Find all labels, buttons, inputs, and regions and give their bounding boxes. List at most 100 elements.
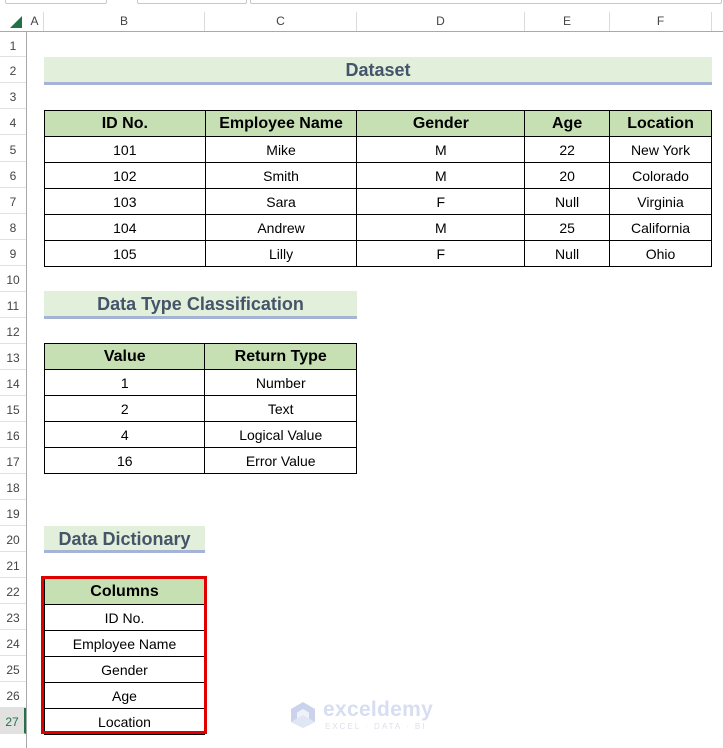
row-header-9[interactable]: 9	[0, 240, 26, 266]
column-header-a[interactable]: A	[26, 12, 44, 31]
cell[interactable]: Location	[44, 708, 205, 735]
row-header-20[interactable]: 20	[0, 526, 26, 552]
row-header-24[interactable]: 24	[0, 630, 26, 656]
cell[interactable]: 22	[524, 136, 611, 163]
cell[interactable]: Gender	[44, 656, 205, 683]
header-return-type[interactable]: Return Type	[204, 343, 357, 370]
table-row: 101 Mike M 22 New York	[44, 136, 712, 163]
cell[interactable]: Virginia	[609, 188, 712, 215]
cell[interactable]: 25	[524, 214, 611, 241]
table-row: 1 Number	[43, 369, 357, 396]
dataset-title: Dataset	[44, 57, 712, 85]
column-header-b[interactable]: B	[44, 12, 205, 31]
cell[interactable]: Ohio	[609, 240, 712, 267]
table-row: ID No.	[44, 604, 205, 631]
header-columns[interactable]: Columns	[44, 578, 205, 605]
row-header-4[interactable]: 4	[0, 109, 26, 135]
select-all-icon[interactable]	[10, 16, 22, 28]
header-id[interactable]: ID No.	[44, 110, 206, 137]
header-location[interactable]: Location	[609, 110, 712, 137]
row-header-8[interactable]: 8	[0, 214, 26, 240]
row-header-23[interactable]: 23	[0, 604, 26, 630]
table-row: 2 Text	[43, 395, 357, 422]
cell[interactable]: M	[356, 136, 526, 163]
dictionary-title: Data Dictionary	[44, 526, 205, 553]
classification-table: Value Return Type 1 Number 2 Text 4 Logical…	[43, 343, 357, 474]
row-header-22[interactable]: 22	[0, 578, 26, 604]
dictionary-header-row: Columns	[44, 578, 205, 605]
cell[interactable]: 103	[44, 188, 206, 215]
row-header-26[interactable]: 26	[0, 682, 26, 708]
cell[interactable]: New York	[609, 136, 712, 163]
cell[interactable]: Colorado	[609, 162, 712, 189]
cell[interactable]: Employee Name	[44, 630, 205, 657]
row-header-25[interactable]: 25	[0, 656, 26, 682]
cell[interactable]: Sara	[204, 188, 358, 215]
formula-bar[interactable]	[250, 0, 722, 4]
cell[interactable]: California	[609, 214, 712, 241]
cell[interactable]: 2	[43, 395, 206, 422]
row-header-27[interactable]: 27	[0, 708, 26, 734]
toolbar-box	[5, 0, 107, 4]
header-value[interactable]: Value	[43, 343, 206, 370]
watermark: exceldemy EXCEL · DATA · BI	[289, 698, 439, 735]
column-header-d[interactable]: D	[357, 12, 525, 31]
header-employee-name[interactable]: Employee Name	[204, 110, 358, 137]
cell[interactable]: 16	[43, 447, 206, 474]
toolbar-box	[137, 0, 247, 4]
row-header-1[interactable]: 1	[0, 34, 26, 57]
column-header-c[interactable]: C	[205, 12, 357, 31]
row-header-11[interactable]: 11	[0, 292, 26, 318]
cell[interactable]: Andrew	[204, 214, 358, 241]
cell[interactable]: F	[356, 240, 526, 267]
row-header-14[interactable]: 14	[0, 370, 26, 396]
row-header-19[interactable]: 19	[0, 500, 26, 526]
cell[interactable]: Null	[524, 188, 611, 215]
table-row: Employee Name	[44, 630, 205, 657]
row-header-21[interactable]: 21	[0, 552, 26, 578]
watermark-tagline: EXCEL · DATA · BI	[325, 722, 427, 731]
cell[interactable]: M	[356, 214, 526, 241]
cell[interactable]: Logical Value	[204, 421, 357, 448]
table-row: Location	[44, 708, 205, 735]
cell[interactable]: M	[356, 162, 526, 189]
row-header-5[interactable]: 5	[0, 136, 26, 162]
cell[interactable]: 104	[44, 214, 206, 241]
row-header-10[interactable]: 10	[0, 266, 26, 292]
table-row: Age	[44, 682, 205, 709]
cell[interactable]: 4	[43, 421, 206, 448]
header-gender[interactable]: Gender	[356, 110, 526, 137]
cell[interactable]: 1	[43, 369, 206, 396]
row-header-6[interactable]: 6	[0, 162, 26, 188]
cell[interactable]: Text	[204, 395, 357, 422]
column-header-e[interactable]: E	[525, 12, 610, 31]
cell[interactable]: F	[356, 188, 526, 215]
cell[interactable]: 105	[44, 240, 206, 267]
cell[interactable]: Smith	[204, 162, 358, 189]
row-header-3[interactable]: 3	[0, 83, 26, 109]
row-header-15[interactable]: 15	[0, 396, 26, 422]
cell[interactable]: Mike	[204, 136, 358, 163]
row-header-13[interactable]: 13	[0, 344, 26, 370]
column-header-bar: A B C D E F	[0, 12, 723, 32]
row-header-18[interactable]: 18	[0, 474, 26, 500]
row-header-2[interactable]: 2	[0, 57, 26, 83]
cell[interactable]: Error Value	[204, 447, 357, 474]
column-header-f[interactable]: F	[610, 12, 712, 31]
dataset-header-row: ID No. Employee Name Gender Age Location	[44, 110, 712, 137]
cell[interactable]: Lilly	[204, 240, 358, 267]
header-age[interactable]: Age	[524, 110, 611, 137]
table-row: 102 Smith M 20 Colorado	[44, 162, 712, 189]
cell[interactable]: Number	[204, 369, 357, 396]
cell[interactable]: Null	[524, 240, 611, 267]
row-header-17[interactable]: 17	[0, 448, 26, 474]
cell[interactable]: 20	[524, 162, 611, 189]
cell[interactable]: ID No.	[44, 604, 205, 631]
row-header-7[interactable]: 7	[0, 188, 26, 214]
cell[interactable]: 101	[44, 136, 206, 163]
cell[interactable]: Age	[44, 682, 205, 709]
row-header-bar: 1 2 3 4 5 6 7 8 9 10 11 12 13 14 15 16 17 18 19 20 21 22 23 24 2…	[0, 32, 27, 748]
row-header-12[interactable]: 12	[0, 318, 26, 344]
cell[interactable]: 102	[44, 162, 206, 189]
row-header-16[interactable]: 16	[0, 422, 26, 448]
